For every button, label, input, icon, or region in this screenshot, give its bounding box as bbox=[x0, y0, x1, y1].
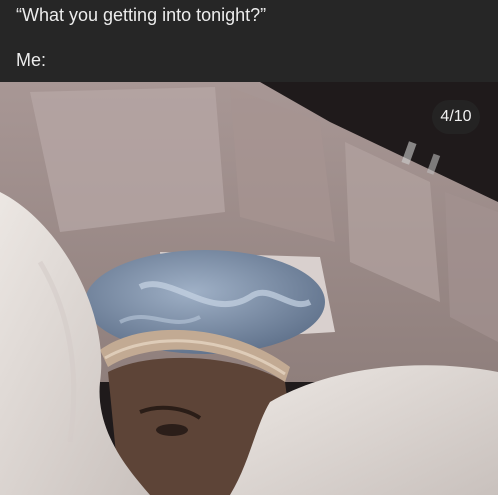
caption-me-label: Me: bbox=[16, 50, 47, 70]
caption-quote: “What you getting into tonight?” bbox=[16, 5, 267, 25]
meme-photo[interactable]: 4/10 bbox=[0, 82, 498, 495]
photo-illustration bbox=[0, 82, 498, 495]
caption-area: “What you getting into tonight?” Me: bbox=[0, 0, 498, 82]
slide-counter: 4/10 bbox=[432, 100, 480, 134]
